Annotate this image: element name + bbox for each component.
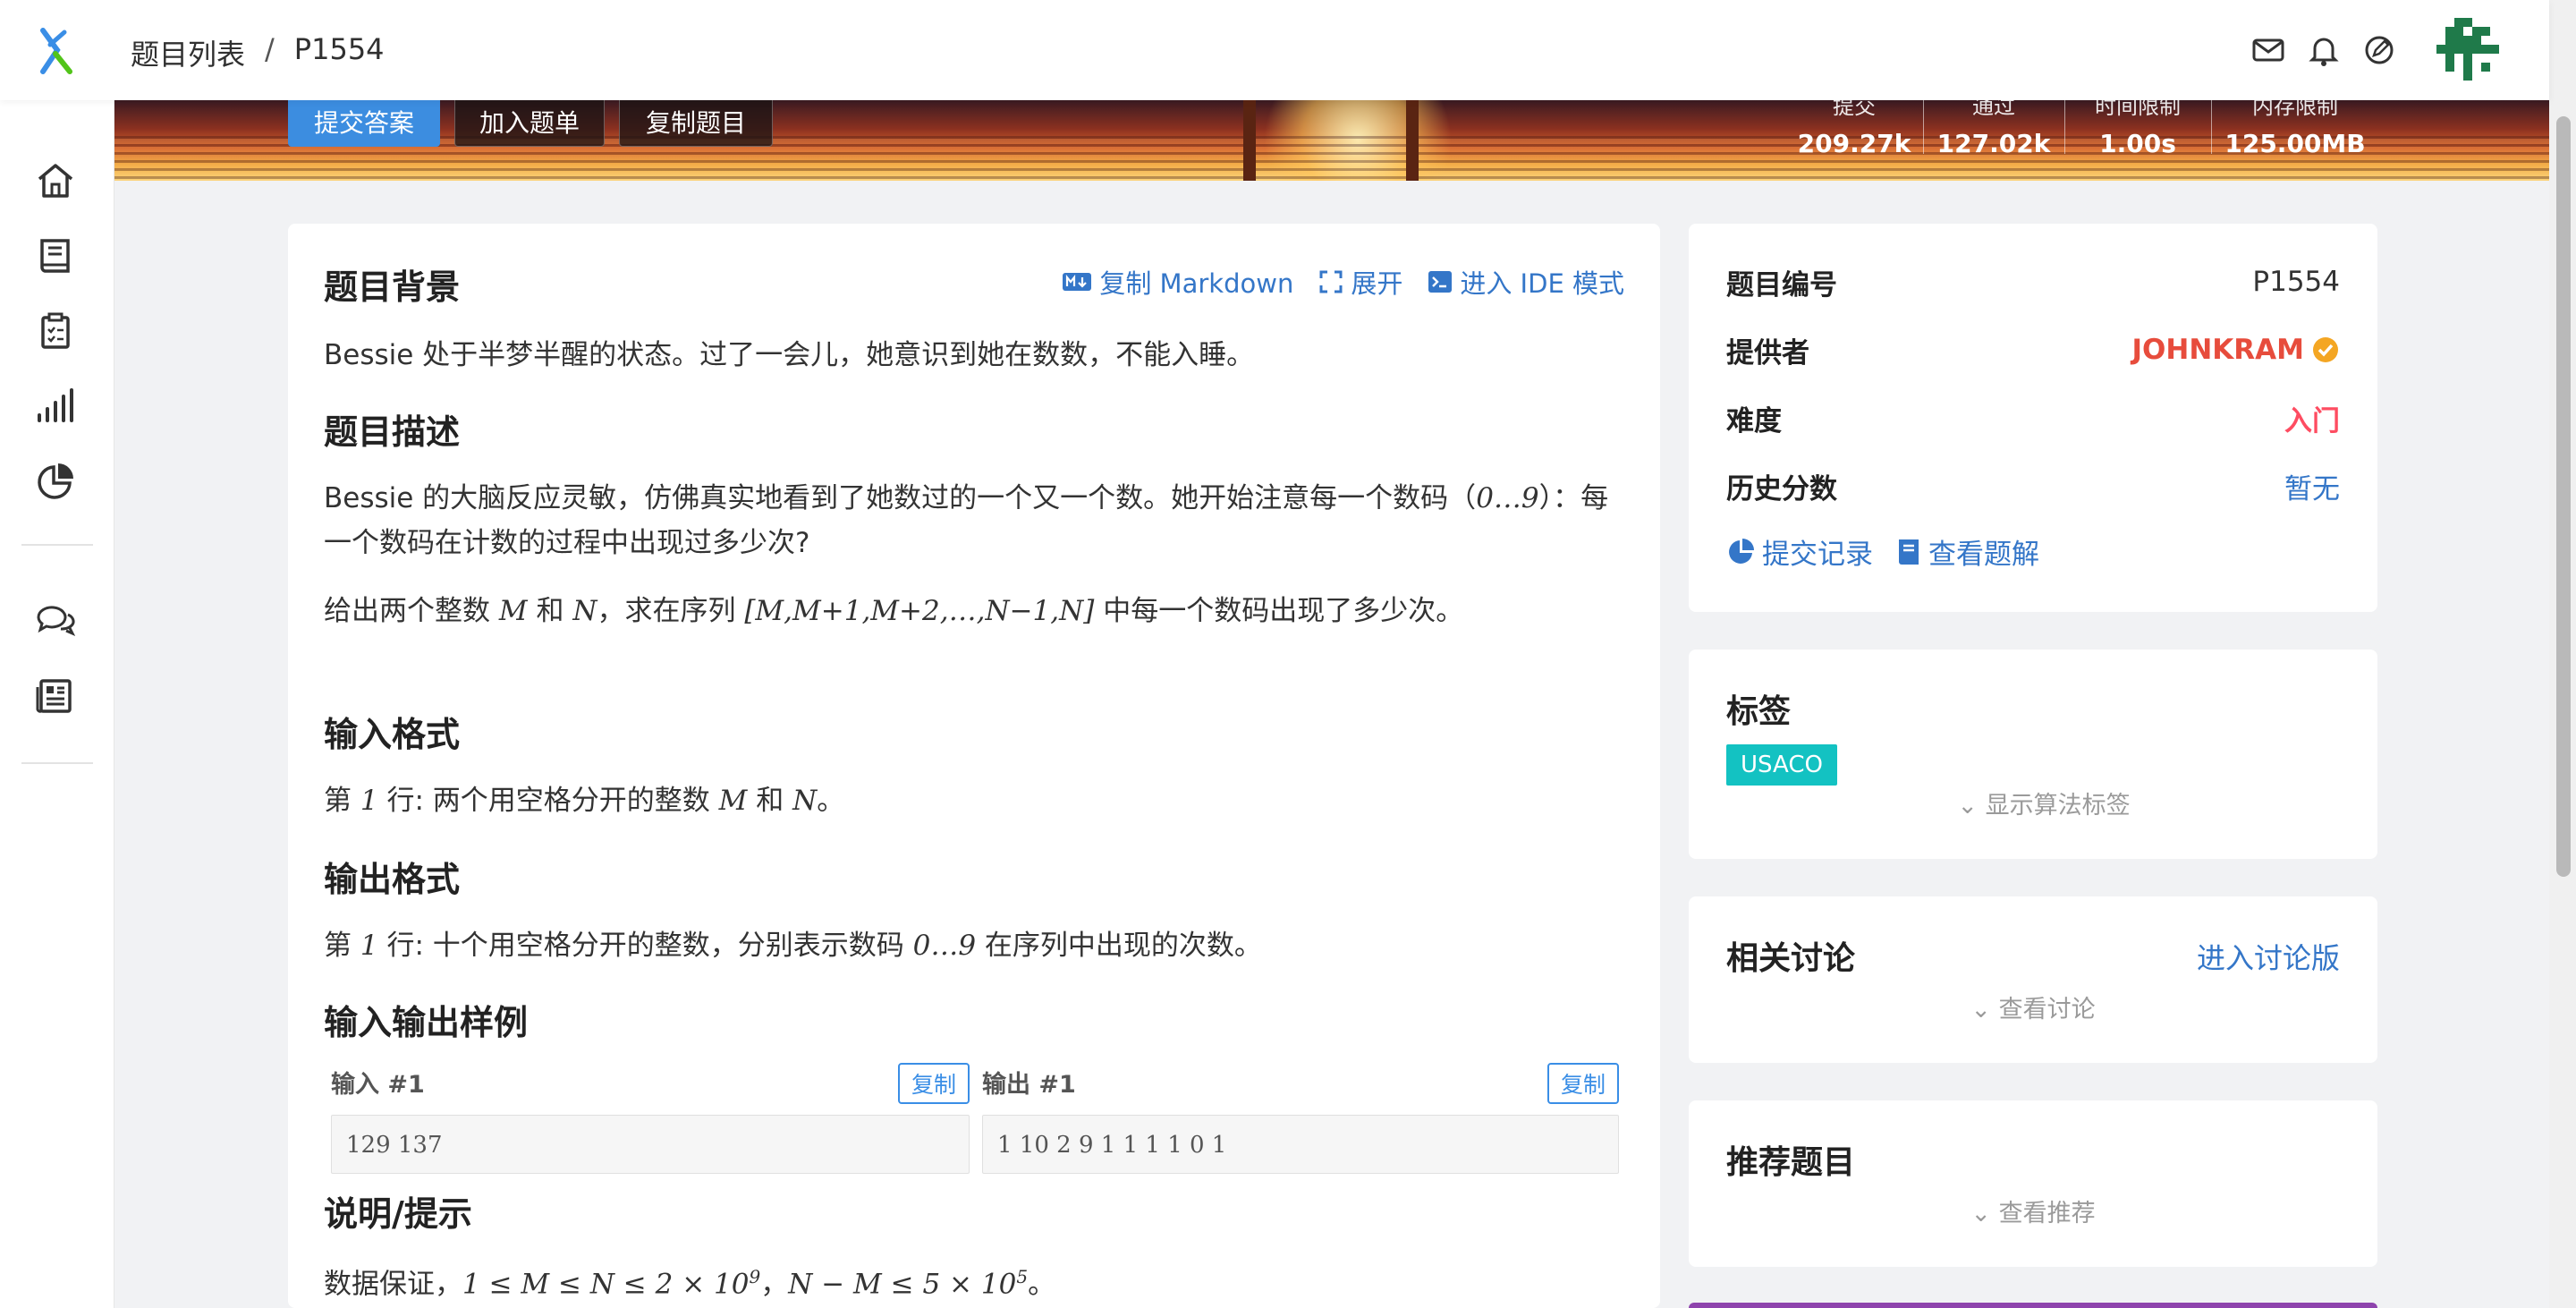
news-icon[interactable] — [34, 675, 77, 718]
banner-pole — [1406, 100, 1419, 181]
breadcrumb-current: P1554 — [293, 32, 385, 66]
background-text: Bessie 处于半梦半醒的状态。过了一会儿，她意识到她在数数，不能入睡。 — [324, 339, 1255, 371]
luogu-logo-icon[interactable] — [34, 27, 79, 75]
banner-pole — [1243, 100, 1256, 181]
sample-output-box[interactable]: 1 10 2 9 1 1 1 1 0 1 — [982, 1115, 1619, 1174]
show-algorithm-tags-toggle[interactable]: ⌄ 显示算法标签 — [1699, 786, 2388, 820]
expand-label: 展开 — [1351, 268, 1403, 299]
discussion-title: 相关讨论 — [1726, 940, 1856, 977]
submit-answer-button[interactable]: 提交答案 — [288, 97, 440, 147]
input-format-heading: 输入格式 — [324, 715, 461, 754]
view-solutions-link[interactable]: 查看题解 — [1896, 531, 2039, 572]
hint-heading: 说明/提示 — [324, 1194, 472, 1234]
difficulty-badge[interactable]: 入门 — [2284, 398, 2340, 438]
breadcrumb: 题目列表 / P1554 — [131, 32, 385, 73]
tags-title: 标签 — [1726, 693, 1792, 730]
book-icon — [1899, 539, 1919, 565]
recommend-title: 推荐题目 — [1726, 1144, 1856, 1181]
output-format-heading: 输出格式 — [324, 860, 461, 899]
markdown-icon — [1063, 273, 1092, 291]
breadcrumb-separator: / — [265, 32, 275, 66]
chat-icon[interactable] — [34, 599, 77, 642]
pie-chart-icon[interactable] — [34, 460, 77, 503]
chevron-down-icon: ⌄ — [1957, 792, 1986, 820]
hint-text: 数据保证，1 ≤ M ≤ N ≤ 2 × 109，N − M ≤ 5 × 105… — [324, 1266, 1056, 1301]
view-recommendations-toggle[interactable]: ⌄ 查看推荐 — [1689, 1193, 2377, 1228]
sample-output-label: 输出 #1 — [982, 1071, 1076, 1099]
view-discussion-toggle[interactable]: ⌄ 查看讨论 — [1689, 989, 2377, 1024]
submission-records-link[interactable]: 提交记录 — [1726, 531, 1873, 572]
background-heading: 题目背景 — [324, 268, 461, 307]
avatar[interactable] — [2436, 18, 2499, 81]
copy-output-button[interactable]: 复制 — [1547, 1063, 1619, 1104]
stat-divider — [2064, 100, 2065, 154]
mail-icon[interactable] — [2250, 32, 2286, 68]
page-scrollbar[interactable] — [2549, 100, 2576, 1308]
description-paragraph-2: 给出两个整数 M 和 N，求在序列 [M,M+1,M+2,…,N−1,N] 中每… — [324, 595, 1464, 627]
top-header: 题目列表 / P1554 — [0, 0, 2549, 100]
bell-icon[interactable] — [2306, 32, 2342, 68]
problem-toolbar: 复制 Markdown 展开 进入 IDE 模式 — [1062, 263, 1624, 301]
stat-memory-limit: 内存限制 125.00MB — [2224, 100, 2366, 158]
scrollbar-top — [2549, 0, 2576, 100]
info-row-id: 题目编号 P1554 — [1726, 266, 2340, 302]
clipboard-icon[interactable] — [34, 310, 77, 352]
copy-problem-button[interactable]: 复制题目 — [619, 97, 773, 147]
next-card-edge — [1689, 1303, 2377, 1308]
ranking-icon[interactable] — [34, 385, 77, 428]
copy-markdown-label: 复制 Markdown — [1099, 268, 1294, 299]
enter-discussion-link[interactable]: 进入讨论版 — [2197, 936, 2340, 977]
sample-input-box[interactable]: 129 137 — [331, 1115, 970, 1174]
stat-accepted: 通过 127.02k — [1936, 100, 2051, 158]
left-sidebar — [0, 100, 114, 1308]
info-row-difficulty: 难度 入门 — [1726, 395, 2340, 440]
breadcrumb-problem-list[interactable]: 题目列表 — [131, 32, 245, 73]
stat-time-limit: 时间限制 1.00s — [2095, 100, 2181, 158]
ide-mode-label: 进入 IDE 模式 — [1460, 268, 1624, 299]
expand-icon — [1319, 270, 1343, 293]
home-icon[interactable] — [34, 159, 77, 202]
ide-mode-button[interactable]: 进入 IDE 模式 — [1428, 263, 1624, 301]
output-format-text: 第 1 行: 十个用空格分开的整数，分别表示数码 0…9 在序列中出现的次数。 — [324, 930, 1262, 962]
problem-statement-card: 题目背景 复制 Markdown 展开 进入 IDE 模式 Bessie 处于半… — [288, 224, 1660, 1308]
description-paragraph-1: Bessie 的大脑反应灵敏，仿佛真实地看到了她数过的一个又一个数。她开始注意每… — [324, 482, 1609, 559]
info-row-score: 历史分数 暂无 — [1726, 472, 2340, 505]
tag-usaco[interactable]: USACO — [1726, 744, 1837, 786]
input-format-text: 第 1 行: 两个用空格分开的整数 M 和 N。 — [324, 785, 845, 817]
scrollbar-thumb[interactable] — [2556, 116, 2571, 877]
add-to-list-button[interactable]: 加入题单 — [454, 97, 605, 147]
recommended-problems-card: 推荐题目 ⌄ 查看推荐 — [1689, 1100, 2377, 1267]
copy-input-button[interactable]: 复制 — [898, 1063, 970, 1104]
sidebar-divider — [21, 544, 93, 546]
stat-submissions: 提交 209.27k — [1797, 100, 1911, 158]
stat-divider — [2211, 100, 2212, 154]
tags-card: 标签 USACO ⌄ 显示算法标签 — [1689, 650, 2377, 859]
problem-info-card: 题目编号 P1554 提供者 JOHNKRAM 难度 入门 历史分数 暂无 提交… — [1689, 224, 2377, 612]
related-discussion-card: 相关讨论 进入讨论版 ⌄ 查看讨论 — [1689, 896, 2377, 1063]
stat-divider — [1923, 100, 1924, 154]
chevron-down-icon: ⌄ — [1970, 996, 1999, 1023]
sample-input-label: 输入 #1 — [331, 1071, 425, 1099]
copy-markdown-button[interactable]: 复制 Markdown — [1062, 263, 1293, 301]
chevron-down-icon: ⌄ — [1970, 1200, 1999, 1227]
expand-button[interactable]: 展开 — [1318, 263, 1402, 301]
pie-chart-icon — [1729, 538, 1754, 564]
samples-heading: 输入输出样例 — [324, 1003, 529, 1042]
info-links: 提交记录 查看题解 — [1726, 531, 2039, 572]
edit-icon[interactable] — [2361, 32, 2397, 68]
description-heading: 题目描述 — [324, 412, 461, 452]
sidebar-divider — [21, 762, 93, 764]
terminal-icon — [1428, 271, 1453, 293]
provider[interactable]: JOHNKRAM — [2131, 334, 2340, 366]
info-row-provider: 提供者 JOHNKRAM — [1726, 327, 2340, 372]
verified-badge-icon — [2313, 337, 2338, 362]
book-icon[interactable] — [34, 234, 77, 277]
